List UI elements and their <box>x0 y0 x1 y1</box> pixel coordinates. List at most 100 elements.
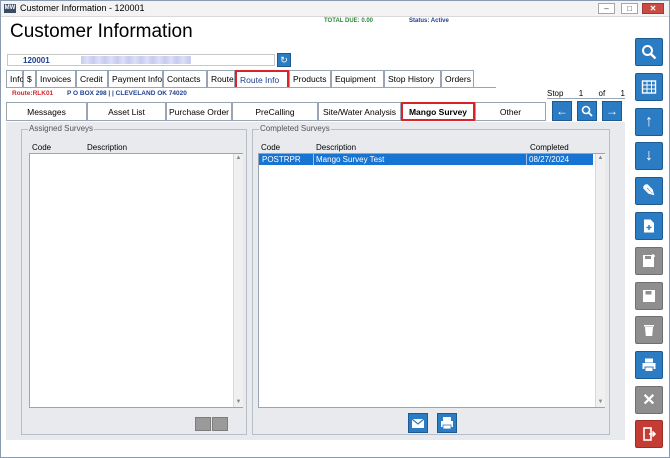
subtab-other[interactable]: Other <box>475 102 546 121</box>
stop-total: 1 <box>620 89 625 98</box>
new-record-button[interactable] <box>635 212 663 240</box>
edit-button[interactable]: ✎ <box>635 177 663 205</box>
subtab-purchase-order[interactable]: Purchase Order <box>166 102 232 121</box>
search-button[interactable] <box>635 38 663 66</box>
assigned-surveys-list[interactable]: ▲ ▼ <box>29 153 243 408</box>
close-button[interactable]: ✕ <box>642 3 664 14</box>
assign-survey-button[interactable] <box>195 417 211 431</box>
tab-dollar[interactable]: $ <box>23 70 36 87</box>
save-and-new-button[interactable] <box>635 247 663 275</box>
route-code: Route:RLK01 <box>12 90 54 97</box>
tab-route[interactable]: Route <box>207 70 235 87</box>
stop-label: Stop <box>547 89 564 98</box>
exit-icon <box>641 426 657 442</box>
customer-info-window: MW Customer Information - 120001 – □ ✕ T… <box>0 0 670 458</box>
tab-contacts[interactable]: Contacts <box>163 70 207 87</box>
customer-status: Status: Active <box>409 18 449 24</box>
next-record-button[interactable]: ↓ <box>635 142 663 170</box>
cancel-button[interactable]: ✕ <box>635 386 663 414</box>
completed-code-header: Code <box>261 143 281 152</box>
column-divider <box>526 154 527 165</box>
primary-tabs: Info $ Invoices Credit Payment Info Contacts R… <box>6 70 474 87</box>
print-icon <box>441 417 453 430</box>
survey-code-cell: POSTRPR <box>262 155 301 164</box>
exit-button[interactable] <box>635 420 663 448</box>
page-title: Customer Information <box>10 21 193 42</box>
tab-route-info[interactable]: Route Info <box>235 70 289 87</box>
new-document-icon <box>641 218 657 234</box>
mail-icon <box>411 418 425 428</box>
arrow-left-icon: ← <box>556 104 568 118</box>
scroll-down-icon[interactable]: ▼ <box>234 398 243 407</box>
next-stop-button[interactable]: → <box>602 101 622 121</box>
assigned-code-header: Code <box>32 143 52 152</box>
title-bar: MW Customer Information - 120001 – □ ✕ <box>1 1 669 17</box>
arrow-right-icon: → <box>606 104 618 118</box>
find-stop-button[interactable] <box>577 101 597 121</box>
minimize-button[interactable]: – <box>598 3 615 14</box>
previous-record-button[interactable]: ↑ <box>635 108 663 136</box>
unassign-survey-button[interactable] <box>212 417 228 431</box>
stop-indicator: Stop 1 of 1 <box>547 89 625 99</box>
scroll-down-icon[interactable]: ▼ <box>596 398 605 407</box>
completed-description-header: Description <box>316 143 357 152</box>
search-icon <box>581 105 593 117</box>
save-new-icon <box>641 253 657 269</box>
tab-payment-info[interactable]: Payment Info <box>108 70 163 87</box>
subtab-mango-survey[interactable]: Mango Survey <box>401 102 475 121</box>
assigned-surveys-legend: Assigned Surveys <box>28 124 95 133</box>
completed-surveys-list[interactable]: ▲ ▼ <box>258 153 605 408</box>
customer-number: 120001 <box>23 56 50 65</box>
customer-name-redacted <box>81 56 191 64</box>
tab-orders[interactable]: Orders <box>441 70 474 87</box>
assigned-list-scrollbar[interactable]: ▲ ▼ <box>233 154 243 407</box>
route-address-line: Route:RLK01 P O BOX 298 | | CLEVELAND OK… <box>12 90 187 97</box>
tab-stop-history[interactable]: Stop History <box>384 70 441 87</box>
assign-survey-buttons <box>195 417 229 431</box>
total-due: TOTAL DUE: 0.00 <box>324 18 374 24</box>
app-icon: MW <box>4 4 16 13</box>
tab-info[interactable]: Info <box>6 70 24 87</box>
table-row[interactable]: POSTRPR Mango Survey Test 08/27/2024 <box>259 154 593 165</box>
tab-credit[interactable]: Credit <box>76 70 108 87</box>
subtab-precalling[interactable]: PreCalling <box>232 102 318 121</box>
print-icon <box>641 357 657 373</box>
cancel-icon: ✕ <box>642 392 656 409</box>
survey-completed-cell: 08/27/2024 <box>529 155 570 164</box>
save-icon <box>641 288 657 304</box>
secondary-tabs: Messages Asset List Purchase Order PreCalli… <box>6 102 546 122</box>
subtab-messages[interactable]: Messages <box>6 102 87 121</box>
trash-icon <box>641 322 657 338</box>
tab-equipment[interactable]: Equipment <box>331 70 384 87</box>
column-divider <box>313 154 314 165</box>
save-button[interactable] <box>635 282 663 310</box>
tab-invoices[interactable]: Invoices <box>36 70 76 87</box>
subtab-asset-list[interactable]: Asset List <box>87 102 166 121</box>
print-survey-button[interactable] <box>437 413 457 433</box>
grid-view-button[interactable] <box>635 73 663 101</box>
stop-of-label: of <box>598 89 606 98</box>
pencil-icon: ✎ <box>642 183 656 200</box>
grid-icon <box>641 79 657 95</box>
completed-list-scrollbar[interactable]: ▲ ▼ <box>595 154 605 407</box>
search-icon <box>641 44 657 60</box>
email-survey-button[interactable] <box>408 413 428 433</box>
scroll-up-icon[interactable]: ▲ <box>234 154 243 163</box>
completed-surveys-legend: Completed Surveys <box>259 124 331 133</box>
completed-date-header: Completed <box>530 143 569 152</box>
maximize-button[interactable]: □ <box>621 3 638 14</box>
assigned-description-header: Description <box>87 143 128 152</box>
right-toolbar: ↑ ↓ ✎ ✕ <box>629 18 670 458</box>
print-button[interactable] <box>635 351 663 379</box>
stop-current: 1 <box>578 89 584 98</box>
tab-products[interactable]: Products <box>289 70 331 87</box>
survey-description-cell: Mango Survey Test <box>316 155 385 164</box>
previous-stop-button[interactable]: ← <box>552 101 572 121</box>
refresh-icon: ↻ <box>280 55 288 65</box>
delete-button[interactable] <box>635 316 663 344</box>
scroll-up-icon[interactable]: ▲ <box>596 154 605 163</box>
tabs-divider <box>6 87 496 88</box>
refresh-button[interactable]: ↻ <box>277 53 291 67</box>
subtab-site-water-analysis[interactable]: Site/Water Analysis <box>318 102 401 121</box>
window-title: Customer Information - 120001 <box>20 3 145 13</box>
